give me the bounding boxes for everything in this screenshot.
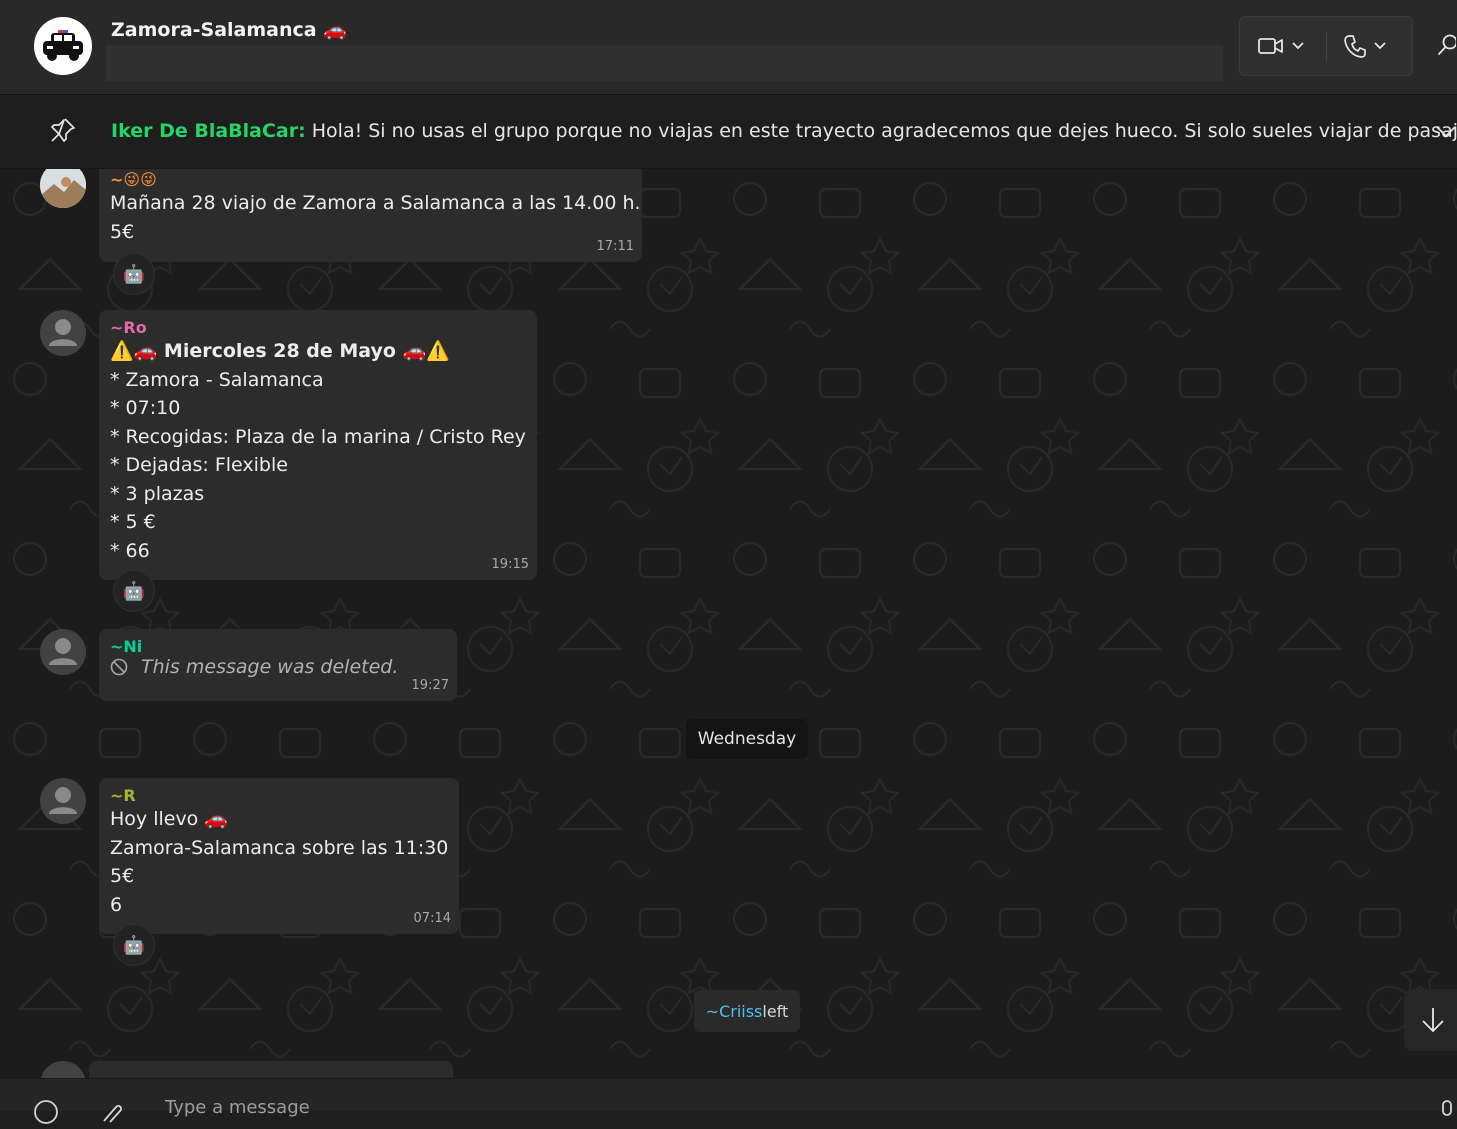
message-bubble[interactable]: ~R Hoy llevo 🚗 Zamora-Salamanca sobre la… xyxy=(99,778,459,934)
search-icon xyxy=(1438,34,1457,55)
message-bubble[interactable]: ~Ro ⚠️🚗 Miercoles 28 de Mayo 🚗⚠️ * Zamor… xyxy=(99,310,537,580)
blocked-icon xyxy=(110,658,128,676)
message-line: * 5 € xyxy=(110,511,156,533)
message-sender[interactable]: ~R xyxy=(110,786,448,805)
robot-reaction-icon: 🤖 xyxy=(122,934,146,956)
message-line: * Dejadas: Flexible xyxy=(110,454,288,476)
deleted-message-text: This message was deleted. xyxy=(141,656,399,678)
reaction-badge[interactable]: 🤖 xyxy=(113,253,155,295)
message-line: * 07:10 xyxy=(110,397,181,419)
message-line: Hoy llevo 🚗 xyxy=(110,808,229,830)
message-list[interactable]: ~😜😜 Mañana 28 viajo de Zamora a Salamanc… xyxy=(0,169,1457,1078)
message-line: 5€ xyxy=(110,865,135,887)
default-user-icon xyxy=(49,638,77,665)
phone-icon xyxy=(1344,35,1366,58)
chat-title[interactable]: Zamora-Salamanca 🚗 xyxy=(111,18,347,41)
chat-header: Zamora-Salamanca 🚗 xyxy=(0,0,1457,95)
message-input[interactable]: Type a message xyxy=(165,1097,310,1118)
smiley-icon xyxy=(34,1100,58,1124)
call-buttons xyxy=(1239,16,1413,76)
robot-reaction-icon: 🤖 xyxy=(122,580,146,602)
pinned-sender: Iker De BlaBlaCar: xyxy=(111,120,306,142)
paperclip-icon xyxy=(103,1105,122,1123)
sender-avatar[interactable] xyxy=(40,778,86,824)
deleted-message: This message was deleted. xyxy=(110,656,446,678)
message-line: * 66 xyxy=(110,539,150,562)
system-message-user[interactable]: ~Criiss xyxy=(706,1002,763,1021)
default-user-icon xyxy=(49,319,77,346)
message-line: * Zamora - Salamanca xyxy=(110,368,324,391)
message-line: * 3 plazas xyxy=(110,482,205,505)
message-line: 6 xyxy=(110,893,123,916)
message-bubble[interactable]: ~Ni This message was deleted. 19:27 xyxy=(99,629,457,701)
default-user-icon xyxy=(49,787,77,814)
emoji-button[interactable] xyxy=(33,1099,59,1129)
chevron-down-icon xyxy=(1436,126,1456,138)
video-camera-icon xyxy=(1258,38,1283,54)
search-button[interactable] xyxy=(1436,33,1457,61)
system-message: ~Criiss left xyxy=(694,990,800,1032)
voice-call-button[interactable] xyxy=(1344,17,1386,75)
police-car-icon xyxy=(43,30,83,61)
robot-reaction-icon: 🤖 xyxy=(122,263,146,285)
message-line: Zamora-Salamanca sobre las 11:30 xyxy=(110,836,449,859)
pin-icon xyxy=(50,117,76,147)
message-line: ⚠️🚗 Miercoles 28 de Mayo 🚗⚠️ xyxy=(110,340,450,362)
pinned-body: Hola! Si no usas el grupo porque no viaj… xyxy=(305,120,1457,142)
pinned-message-bar[interactable]: Iker De BlaBlaCar: Hola! Si no usas el g… xyxy=(0,95,1457,169)
microphone-icon xyxy=(1442,1100,1452,1116)
reaction-badge[interactable]: 🤖 xyxy=(113,570,155,612)
divider xyxy=(1326,31,1327,61)
message-line: * Recogidas: Plaza de la marina / Cristo… xyxy=(110,425,526,448)
video-call-button[interactable] xyxy=(1258,17,1304,75)
chevron-down-icon xyxy=(1374,42,1386,50)
arrow-down-icon xyxy=(1422,1008,1444,1033)
pinned-text: Iker De BlaBlaCar: Hola! Si no usas el g… xyxy=(111,120,1457,142)
message-bubble[interactable]: ~😜😜 Mañana 28 viajo de Zamora a Salamanc… xyxy=(99,169,642,262)
message-time: 19:27 xyxy=(411,678,449,693)
mic-button[interactable] xyxy=(1440,1099,1454,1129)
message-bubble[interactable] xyxy=(89,1061,453,1078)
participants-subtitle[interactable] xyxy=(106,45,1223,81)
message-time: 07:14 xyxy=(413,911,451,926)
sender-avatar[interactable] xyxy=(40,310,86,356)
message-time: 19:15 xyxy=(491,557,529,572)
message-sender[interactable]: ~😜😜 xyxy=(110,170,631,189)
reaction-badge[interactable]: 🤖 xyxy=(113,924,155,966)
message-sender[interactable]: ~Ro xyxy=(110,318,526,337)
expand-pinned-button[interactable] xyxy=(1436,123,1456,142)
attach-button[interactable] xyxy=(100,1099,126,1129)
chat-wallpaper xyxy=(0,169,1457,1078)
message-time: 17:11 xyxy=(596,239,634,254)
message-composer: Type a message xyxy=(0,1078,1457,1124)
scroll-to-bottom-button[interactable] xyxy=(1404,989,1457,1051)
sender-avatar[interactable] xyxy=(40,629,86,675)
message-line: 5€ xyxy=(110,220,135,243)
date-divider: Wednesday xyxy=(686,719,808,759)
group-avatar[interactable] xyxy=(34,17,92,75)
message-sender[interactable]: ~Ni xyxy=(110,637,446,656)
chevron-down-icon xyxy=(1292,42,1304,50)
message-line: Mañana 28 viajo de Zamora a Salamanca a … xyxy=(110,192,641,214)
system-message-action: left xyxy=(762,1001,789,1021)
